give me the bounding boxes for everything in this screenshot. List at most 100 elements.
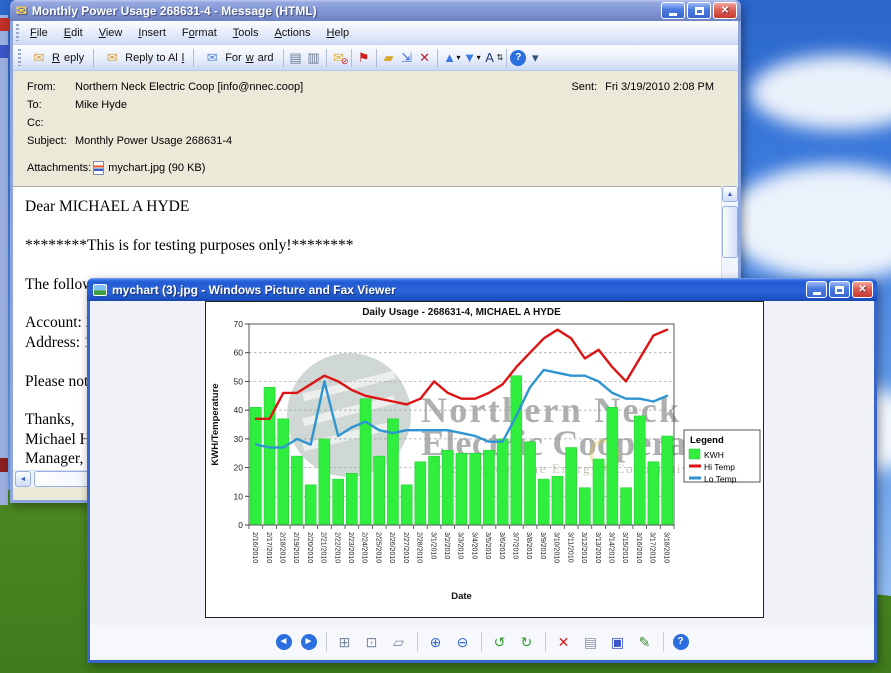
- toolbar-grip[interactable]: [16, 24, 19, 40]
- previous-item-icon[interactable]: ▲: [441, 50, 459, 65]
- background-fragment: [0, 18, 9, 31]
- move-to-folder-icon[interactable]: ⇲: [398, 50, 416, 66]
- reply-button[interactable]: ✉Reply: [24, 48, 90, 68]
- svg-text:10: 10: [234, 491, 244, 501]
- save-button[interactable]: ▣: [609, 633, 627, 651]
- scroll-left-button[interactable]: ◄: [15, 471, 31, 487]
- svg-text:3/4/2010: 3/4/2010: [470, 532, 477, 559]
- viewer-toolbar: ◄ ► ⊞ ⊡ ▱ ⊕ ⊖ ↺ ↻ ✕ ▤ ▣ ✎?: [90, 625, 874, 659]
- print-icon[interactable]: ▤: [287, 50, 305, 66]
- forward-button[interactable]: ✉Forward: [197, 48, 279, 68]
- toolbar-separator: [351, 49, 352, 67]
- svg-text:2/16/2010: 2/16/2010: [251, 532, 258, 563]
- forward-icon: ✉: [203, 50, 221, 66]
- menu-item-file[interactable]: File: [22, 24, 56, 42]
- svg-text:3/13/2010: 3/13/2010: [594, 532, 601, 563]
- menu-item-edit[interactable]: Edit: [56, 24, 91, 42]
- menu-item-view[interactable]: View: [91, 24, 131, 42]
- svg-text:3/2/2010: 3/2/2010: [443, 532, 450, 559]
- toolbar-separator: [545, 632, 546, 652]
- best-fit-button[interactable]: ⊞: [336, 633, 354, 651]
- svg-text:Daily Usage - 268631-4, MICHAE: Daily Usage - 268631-4, MICHAEL A HYDE: [362, 307, 561, 318]
- menu-item-insert[interactable]: Insert: [130, 24, 174, 42]
- svg-text:2/17/2010: 2/17/2010: [265, 532, 272, 563]
- background-fragment: [0, 45, 9, 58]
- close-button[interactable]: ✕: [713, 2, 737, 19]
- viewer-window-title: mychart (3).jpg - Windows Picture and Fa…: [112, 283, 806, 297]
- help-icon[interactable]: ?: [510, 50, 526, 66]
- picture-viewer-window: mychart (3).jpg - Windows Picture and Fa…: [87, 278, 877, 663]
- svg-text:30: 30: [234, 434, 244, 444]
- svg-text:3/16/2010: 3/16/2010: [635, 532, 642, 563]
- attachment-name[interactable]: mychart.jpg (90 KB): [108, 162, 205, 174]
- svg-text:3/7/2010: 3/7/2010: [512, 532, 519, 559]
- svg-text:2/19/2010: 2/19/2010: [292, 532, 299, 563]
- cc-label: Cc:: [27, 117, 75, 129]
- copy-icon[interactable]: ▥: [305, 50, 323, 66]
- scroll-up-button[interactable]: ▲: [722, 186, 738, 202]
- menu-item-tools[interactable]: Tools: [225, 24, 267, 42]
- slideshow-button[interactable]: ▱: [390, 633, 408, 651]
- block-sender-icon[interactable]: ✉⊘: [330, 50, 348, 66]
- toolbar-separator: [481, 632, 482, 652]
- folder-icon[interactable]: ▰: [380, 50, 398, 66]
- svg-text:Legend: Legend: [690, 435, 724, 446]
- menu-item-format[interactable]: Format: [174, 24, 225, 42]
- actual-size-button[interactable]: ⊡: [363, 633, 381, 651]
- menu-item-help[interactable]: Help: [319, 24, 358, 42]
- menu-item-actions[interactable]: Actions: [266, 24, 318, 42]
- svg-text:70: 70: [234, 319, 244, 329]
- reply-to-all-button[interactable]: ✉Reply to All: [97, 48, 190, 68]
- text-size-icon[interactable]: A: [481, 50, 499, 65]
- subject-label: Subject:: [27, 135, 75, 147]
- attachments-label: Attachments:: [27, 162, 91, 174]
- delete-button[interactable]: ✕: [555, 633, 573, 651]
- chart-image: Northern NeckElectric CooperativeYour To…: [205, 301, 764, 618]
- rotate-clockwise-button[interactable]: ↻: [518, 633, 536, 651]
- toolbar-options-icon[interactable]: ▾: [526, 50, 544, 66]
- svg-text:3/9/2010: 3/9/2010: [539, 532, 546, 559]
- svg-text:3/18/2010: 3/18/2010: [662, 532, 669, 563]
- svg-text:2/18/2010: 2/18/2010: [279, 532, 286, 563]
- svg-text:Lo Temp: Lo Temp: [704, 474, 737, 484]
- cloud: [750, 55, 891, 130]
- svg-text:3/8/2010: 3/8/2010: [525, 532, 532, 559]
- svg-text:3/1/2010: 3/1/2010: [429, 532, 436, 559]
- edit-button[interactable]: ✎: [636, 633, 654, 651]
- reply-icon: ✉: [30, 50, 48, 66]
- toolbar-grip[interactable]: [18, 49, 21, 67]
- toolbar-separator: [93, 49, 94, 67]
- print-button[interactable]: ▤: [582, 633, 600, 651]
- scroll-thumb[interactable]: [722, 206, 738, 258]
- block-overlay-icon: ⊘: [341, 56, 349, 67]
- zoom-in-button[interactable]: ⊕: [427, 633, 445, 651]
- envelope-icon: ✉: [16, 3, 27, 19]
- maximize-button[interactable]: [687, 2, 711, 19]
- sent-label: Sent:: [571, 81, 597, 93]
- viewer-title-bar[interactable]: mychart (3).jpg - Windows Picture and Fa…: [87, 278, 877, 301]
- zoom-out-button[interactable]: ⊖: [454, 633, 472, 651]
- close-button[interactable]: ✕: [852, 281, 873, 298]
- svg-text:60: 60: [234, 348, 244, 358]
- maximize-button[interactable]: [829, 281, 850, 298]
- help-button[interactable]: ?: [673, 634, 689, 650]
- viewer-client-area: Northern NeckElectric CooperativeYour To…: [90, 301, 874, 625]
- email-header: From: Northern Neck Electric Coop [info@…: [13, 71, 738, 186]
- svg-text:0: 0: [238, 520, 243, 530]
- previous-image-button[interactable]: ◄: [276, 634, 292, 650]
- email-title-bar[interactable]: ✉ Monthly Power Usage 268631-4 - Message…: [10, 0, 741, 21]
- minimize-button[interactable]: [661, 2, 685, 19]
- toolbar-separator: [326, 49, 327, 67]
- rotate-counterclockwise-button[interactable]: ↺: [491, 633, 509, 651]
- svg-text:3/6/2010: 3/6/2010: [498, 532, 505, 559]
- svg-text:3/12/2010: 3/12/2010: [580, 532, 587, 563]
- svg-text:2/26/2010: 2/26/2010: [388, 532, 395, 563]
- delete-icon[interactable]: ✕: [416, 50, 434, 66]
- next-image-button[interactable]: ►: [301, 634, 317, 650]
- next-item-icon[interactable]: ▼: [461, 50, 479, 65]
- minimize-button[interactable]: [806, 281, 827, 298]
- email-toolbar: ✉Reply✉Reply to All✉Forward▤▥✉⊘⚑▰⇲✕▲▾▼▾A…: [13, 45, 738, 71]
- sent-value: Fri 3/19/2010 2:08 PM: [605, 81, 714, 93]
- follow-up-flag-icon[interactable]: ⚑: [355, 50, 373, 66]
- from-value: Northern Neck Electric Coop [info@nnec.c…: [75, 81, 303, 93]
